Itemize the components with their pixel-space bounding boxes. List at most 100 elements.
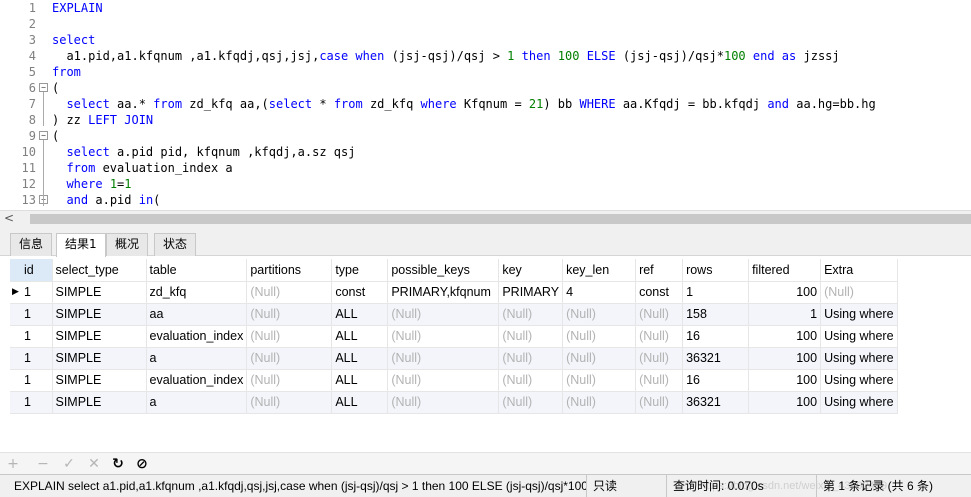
- table-cell-table[interactable]: evaluation_index: [146, 369, 248, 392]
- table-cell-rows[interactable]: 36321: [682, 391, 750, 414]
- column-header-key-len[interactable]: key_len: [562, 259, 637, 282]
- table-cell-rows[interactable]: 158: [682, 303, 750, 326]
- column-header-filtered[interactable]: filtered: [748, 259, 822, 282]
- table-cell-type[interactable]: ALL: [331, 391, 389, 414]
- table-row[interactable]: 1 SIMPLE evaluation_index (Null) ALL (Null) (N…: [10, 325, 898, 348]
- table-cell-partitions[interactable]: (Null): [246, 369, 333, 392]
- table-cell-table[interactable]: a: [146, 391, 248, 414]
- tab-status[interactable]: 状态: [154, 233, 197, 256]
- table-cell-key-len[interactable]: (Null): [562, 369, 637, 392]
- column-header-key[interactable]: key: [498, 259, 564, 282]
- table-cell-filtered[interactable]: 100: [748, 281, 822, 304]
- code-line[interactable]: 13− and a.pid in(: [0, 192, 971, 208]
- table-cell-table[interactable]: evaluation_index: [146, 325, 248, 348]
- column-header-partitions[interactable]: partitions: [246, 259, 333, 282]
- table-cell-key-len[interactable]: (Null): [562, 347, 637, 370]
- table-cell-id[interactable]: 1: [10, 369, 53, 392]
- table-cell-key[interactable]: PRIMARY: [498, 281, 564, 304]
- table-cell-type[interactable]: ALL: [331, 303, 389, 326]
- table-cell-rows[interactable]: 16: [682, 325, 750, 348]
- table-cell-select-type[interactable]: SIMPLE: [52, 347, 147, 370]
- table-row[interactable]: 1 SIMPLE a (Null) ALL (Null) (Null) (Null) (Null…: [10, 347, 898, 370]
- table-cell-possible-keys[interactable]: (Null): [387, 347, 500, 370]
- table-cell-key[interactable]: (Null): [498, 369, 564, 392]
- table-cell-key-len[interactable]: 4: [562, 281, 637, 304]
- table-cell-type[interactable]: ALL: [331, 325, 389, 348]
- table-cell-table[interactable]: aa: [146, 303, 248, 326]
- column-header-ref[interactable]: ref: [635, 259, 684, 282]
- apply-changes-icon[interactable]: ✓: [60, 455, 78, 473]
- table-cell-possible-keys[interactable]: (Null): [387, 391, 500, 414]
- column-header-possible-keys[interactable]: possible_keys: [387, 259, 500, 282]
- fold-toggle-icon[interactable]: −: [39, 131, 48, 140]
- code-line[interactable]: 8) zz LEFT JOIN: [0, 112, 971, 128]
- code-line[interactable]: 11 from evaluation_index a: [0, 160, 971, 176]
- stop-icon[interactable]: ⊘: [133, 455, 151, 473]
- table-cell-partitions[interactable]: (Null): [246, 303, 333, 326]
- table-cell-table[interactable]: zd_kfq: [146, 281, 248, 304]
- result-grid[interactable]: ▶ id select_type table partitions type p…: [0, 257, 971, 452]
- table-cell-filtered[interactable]: 1: [748, 303, 822, 326]
- code-line[interactable]: 2: [0, 16, 971, 32]
- table-cell-key[interactable]: (Null): [498, 325, 564, 348]
- table-cell-select-type[interactable]: SIMPLE: [52, 303, 147, 326]
- table-cell-id[interactable]: 1: [10, 281, 53, 304]
- table-cell-ref[interactable]: const: [635, 281, 684, 304]
- table-cell-filtered[interactable]: 100: [748, 347, 822, 370]
- table-cell-partitions[interactable]: (Null): [246, 325, 333, 348]
- table-cell-id[interactable]: 1: [10, 347, 53, 370]
- code-line[interactable]: 7 select aa.* from zd_kfq aa,(select * f…: [0, 96, 971, 112]
- code-line[interactable]: 1 EXPLAIN: [0, 0, 971, 16]
- table-cell-ref[interactable]: (Null): [635, 391, 684, 414]
- table-cell-rows[interactable]: 36321: [682, 347, 750, 370]
- table-cell-type[interactable]: ALL: [331, 347, 389, 370]
- table-cell-filtered[interactable]: 100: [748, 325, 822, 348]
- table-cell-id[interactable]: 1: [10, 391, 53, 414]
- table-cell-ref[interactable]: (Null): [635, 369, 684, 392]
- code-line[interactable]: 9−(: [0, 128, 971, 144]
- table-cell-rows[interactable]: 16: [682, 369, 750, 392]
- table-cell-select-type[interactable]: SIMPLE: [52, 325, 147, 348]
- table-cell-table[interactable]: a: [146, 347, 248, 370]
- table-cell-select-type[interactable]: SIMPLE: [52, 281, 147, 304]
- table-cell-key[interactable]: (Null): [498, 391, 564, 414]
- table-cell-extra[interactable]: Using where: [820, 303, 898, 326]
- table-cell-partitions[interactable]: (Null): [246, 347, 333, 370]
- column-header-id[interactable]: id: [10, 259, 53, 282]
- discard-changes-icon[interactable]: ✕: [85, 455, 103, 473]
- table-cell-id[interactable]: 1: [10, 325, 53, 348]
- table-cell-extra[interactable]: (Null): [820, 281, 898, 304]
- code-line[interactable]: 6−(: [0, 80, 971, 96]
- tab-overview[interactable]: 概况: [106, 233, 149, 256]
- tab-result1[interactable]: 结果1: [56, 233, 106, 257]
- table-cell-filtered[interactable]: 100: [748, 369, 822, 392]
- table-cell-filtered[interactable]: 100: [748, 391, 822, 414]
- code-line[interactable]: 5 from: [0, 64, 971, 80]
- code-line[interactable]: 4 a1.pid,a1.kfqnum ,a1.kfqdj,qsj,jsj,cas…: [0, 48, 971, 64]
- table-cell-key-len[interactable]: (Null): [562, 391, 637, 414]
- column-header-rows[interactable]: rows: [682, 259, 750, 282]
- table-cell-extra[interactable]: Using where: [820, 391, 898, 414]
- add-record-icon[interactable]: +: [4, 455, 22, 473]
- table-cell-type[interactable]: ALL: [331, 369, 389, 392]
- scroll-left-arrow-icon[interactable]: <: [3, 211, 15, 227]
- table-cell-ref[interactable]: (Null): [635, 347, 684, 370]
- table-cell-id[interactable]: 1: [10, 303, 53, 326]
- table-cell-extra[interactable]: Using where: [820, 325, 898, 348]
- refresh-icon[interactable]: ↻: [109, 455, 127, 473]
- fold-toggle-icon[interactable]: −: [39, 83, 48, 92]
- table-cell-rows[interactable]: 1: [682, 281, 750, 304]
- table-cell-key-len[interactable]: (Null): [562, 303, 637, 326]
- code-line[interactable]: 12 where 1=1: [0, 176, 971, 192]
- table-cell-extra[interactable]: Using where: [820, 347, 898, 370]
- table-row[interactable]: 1 SIMPLE evaluation_index (Null) ALL (Null) (N…: [10, 369, 898, 392]
- sql-editor[interactable]: 1 EXPLAIN 2 3 select 4 a1.pid,a1.kfqnum ,a1.k…: [0, 0, 971, 210]
- column-header-extra[interactable]: Extra: [820, 259, 898, 282]
- tab-info[interactable]: 信息: [10, 233, 53, 256]
- table-cell-select-type[interactable]: SIMPLE: [52, 391, 147, 414]
- table-cell-key-len[interactable]: (Null): [562, 325, 637, 348]
- table-cell-possible-keys[interactable]: (Null): [387, 303, 500, 326]
- table-cell-key[interactable]: (Null): [498, 303, 564, 326]
- column-header-select-type[interactable]: select_type: [52, 259, 147, 282]
- code-line[interactable]: 10 select a.pid pid, kfqnum ,kfqdj,a.sz …: [0, 144, 971, 160]
